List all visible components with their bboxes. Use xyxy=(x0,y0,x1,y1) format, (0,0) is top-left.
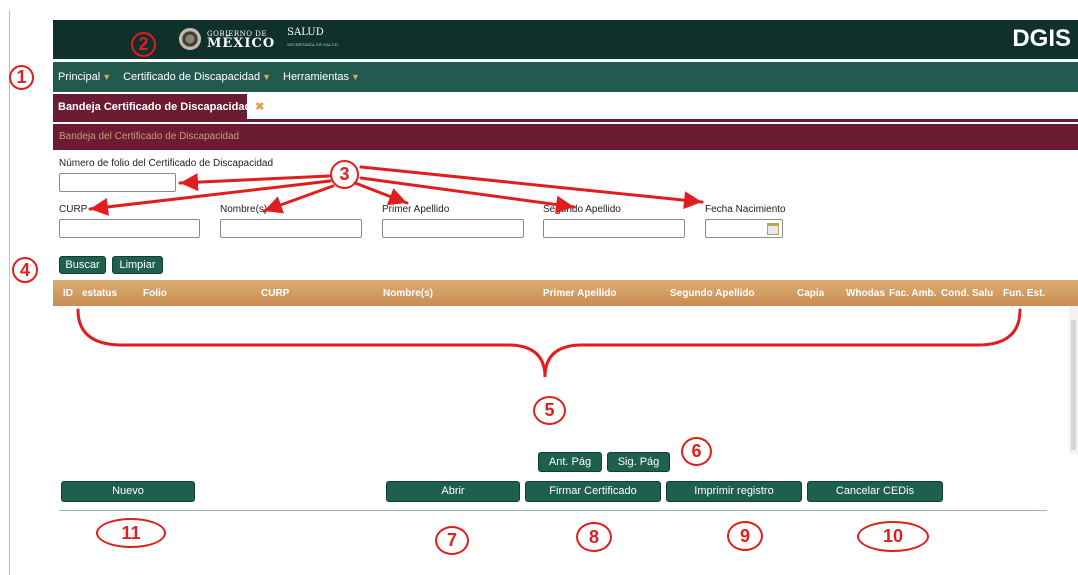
annotation-marker-7: 7 xyxy=(435,526,469,555)
annotation-marker-5: 5 xyxy=(533,396,566,425)
annotation-marker-8: 8 xyxy=(576,522,612,552)
annotation-arrow-segundo-apellido xyxy=(359,176,576,214)
annotation-arrow-curp xyxy=(88,179,332,216)
annotation-marker-9: 9 xyxy=(727,521,763,551)
annotation-marker-1: 1 xyxy=(9,65,34,90)
annotation-marker-3: 3 xyxy=(330,160,359,189)
annotation-arrow-nombres xyxy=(262,184,335,214)
annotation-marker-10: 10 xyxy=(857,521,929,552)
annotation-brace-table xyxy=(76,308,1022,378)
annotation-arrow-primer-apellido xyxy=(353,181,409,205)
annotation-marker-2: 2 xyxy=(131,32,156,57)
annotation-marker-6: 6 xyxy=(681,437,712,466)
annotation-arrow-folio xyxy=(178,173,331,192)
annotation-marker-11: 11 xyxy=(96,518,166,548)
annotation-marker-4: 4 xyxy=(12,257,38,283)
annotation-arrows xyxy=(76,165,1022,378)
